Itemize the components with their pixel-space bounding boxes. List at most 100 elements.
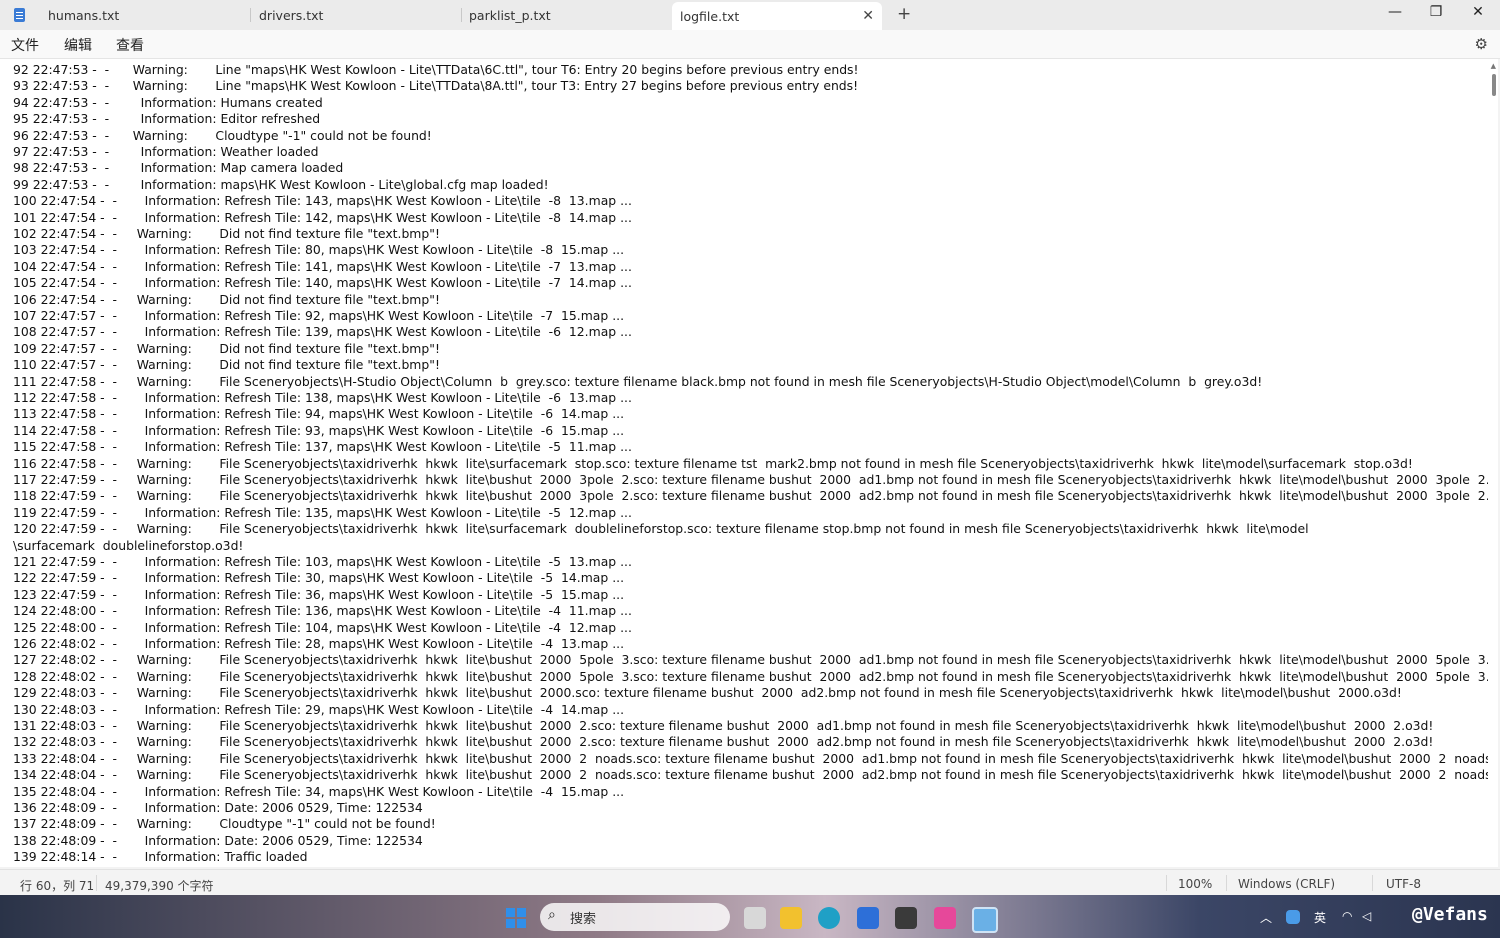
log-line: 97 22:47:53 - - Information: Weather loa… [13,144,319,159]
start-button[interactable] [505,907,527,929]
log-line: 130 22:48:03 - - Information: Refresh Ti… [13,701,625,717]
file-explorer-icon[interactable] [780,907,802,929]
tray-app-icon[interactable] [1286,910,1300,924]
log-line: 101 22:47:54 - - Information: Refresh Ti… [13,209,632,225]
log-line: 120 22:47:59 - - Warning: File Sceneryob… [13,521,1309,537]
log-line: 127 22:48:02 - - Warning: File Sceneryob… [13,652,1490,668]
search-icon: ⌕ [548,907,556,923]
app-icon[interactable] [895,907,917,929]
log-line: 136 22:48:09 - - Information: Date: 2006… [13,800,423,815]
minimize-button[interactable]: — [1380,4,1410,20]
menu-edit[interactable]: 编辑 [64,35,92,55]
log-line: 113 22:47:58 - - Information: Refresh Ti… [13,406,625,422]
log-line: 131 22:48:03 - - Warning: File Sceneryob… [13,718,1434,733]
log-line: 119 22:47:59 - - Information: Refresh Ti… [13,504,632,520]
edge-browser-icon[interactable] [818,907,840,929]
log-line: 110 22:47:57 - - Warning: Did not find t… [13,357,440,373]
log-line: 112 22:47:58 - - Information: Refresh Ti… [13,390,632,405]
tab-divider [461,8,462,22]
wifi-icon[interactable]: ◠ [1342,909,1352,923]
maximize-button[interactable]: ❐ [1421,4,1451,20]
vertical-scrollbar[interactable] [1488,59,1498,867]
character-count: 49,379,390 个字符 [105,879,214,893]
log-line: 121 22:47:59 - - Information: Refresh Ti… [13,554,632,569]
log-line: 108 22:47:57 - - Information: Refresh Ti… [13,324,632,340]
log-line: 135 22:48:04 - - Information: Refresh Ti… [13,783,625,799]
text-editor[interactable]: 92 22:47:53 - - Warning: Line "maps\HK W… [0,59,1490,867]
tab-label: drivers.txt [259,7,324,23]
log-line: 104 22:47:54 - - Information: Refresh Ti… [13,258,632,274]
log-line: 133 22:48:04 - - Warning: File Sceneryob… [13,750,1490,766]
status-divider [1166,875,1167,891]
log-line: 100 22:47:54 - - Information: Refresh Ti… [13,193,632,209]
bilibili-icon[interactable] [934,907,956,929]
log-line: 107 22:47:57 - - Information: Refresh Ti… [13,308,625,323]
menu-view[interactable]: 查看 [116,35,144,55]
log-line: 93 22:47:53 - - Warning: Line "maps\HK W… [13,78,859,94]
log-line: 105 22:47:54 - - Information: Refresh Ti… [13,275,632,291]
close-tab-icon[interactable]: ✕ [862,8,874,24]
log-line: 137 22:48:09 - - Warning: Cloudtype "-1"… [13,816,436,832]
log-line: 123 22:47:59 - - Information: Refresh Ti… [13,586,625,602]
tab-label: parklist_p.txt [469,7,551,23]
log-line: 92 22:47:53 - - Warning: Line "maps\HK W… [13,62,859,77]
log-line: 117 22:47:59 - - Warning: File Sceneryob… [13,472,1490,487]
close-window-button[interactable]: ✕ [1463,4,1493,20]
cursor-position: 行 60，列 71 [20,879,95,893]
log-line: 139 22:48:14 - - Information: Traffic lo… [13,849,308,865]
log-line: 106 22:47:54 - - Warning: Did not find t… [13,291,440,307]
log-line: 122 22:47:59 - - Information: Refresh Ti… [13,570,625,586]
status-divider [1226,875,1227,891]
task-view-icon[interactable] [744,907,766,929]
tab-divider [250,8,251,22]
log-line: 98 22:47:53 - - Information: Map camera … [13,160,344,176]
menu-file[interactable]: 文件 [11,35,39,55]
zoom-level[interactable]: 100% [1178,877,1212,891]
line-ending[interactable]: Windows (CRLF) [1238,877,1335,891]
scrollbar-thumb[interactable] [1492,74,1496,96]
scroll-up-arrow-icon[interactable]: ▲ [1491,62,1496,70]
chevron-up-icon[interactable]: ︿ [1260,909,1272,926]
notepad-taskbar-icon[interactable] [972,907,998,933]
log-line: 138 22:48:09 - - Information: Date: 2006… [13,832,423,848]
volume-icon[interactable]: ◁ [1362,909,1371,923]
encoding[interactable]: UTF-8 [1386,877,1421,891]
log-line: 102 22:47:54 - - Warning: Did not find t… [13,226,440,241]
taskbar-search[interactable] [540,903,730,931]
tab-logfile[interactable]: logfile.txt ✕ [672,2,882,30]
new-tab-button[interactable]: + [897,4,911,24]
gear-icon[interactable]: ⚙ [1475,35,1488,53]
status-divider [96,875,97,891]
log-line: 114 22:47:58 - - Information: Refresh Ti… [13,422,625,438]
input-language[interactable]: 英 [1314,909,1326,926]
log-line: 132 22:48:03 - - Warning: File Sceneryob… [13,734,1434,750]
tab-bar: humans.txt drivers.txt parklist_p.txt lo… [0,0,1500,30]
log-line: 111 22:47:58 - - Warning: File Sceneryob… [13,373,1263,389]
log-line: 115 22:47:58 - - Information: Refresh Ti… [13,439,632,455]
log-line: 95 22:47:53 - - Information: Editor refr… [13,111,321,127]
log-line: 128 22:48:02 - - Warning: File Sceneryob… [13,668,1490,684]
menu-bar: 文件 编辑 查看 [0,30,1500,59]
notepad-icon [14,8,25,22]
tab-humans[interactable]: humans.txt [48,0,248,30]
log-line: 116 22:47:58 - - Warning: File Sceneryob… [13,455,1413,471]
log-line: 96 22:47:53 - - Warning: Cloudtype "-1" … [13,127,432,143]
tab-parklist[interactable]: parklist_p.txt [469,0,669,30]
log-line: 109 22:47:57 - - Warning: Did not find t… [13,340,440,356]
log-line: 118 22:47:59 - - Warning: File Sceneryob… [13,488,1490,504]
store-icon[interactable] [857,907,879,929]
watermark: @Vefans [1412,904,1488,925]
log-line: 126 22:48:02 - - Information: Refresh Ti… [13,636,625,651]
log-line: 134 22:48:04 - - Warning: File Sceneryob… [13,767,1490,783]
status-bar: 行 60，列 71 49,379,390 个字符 100% Windows (C… [0,869,1500,896]
log-line: \surfacemark doublelineforstop.o3d! [13,537,244,553]
log-line: 129 22:48:03 - - Warning: File Sceneryob… [13,685,1402,701]
status-divider [1372,875,1373,891]
log-line: 99 22:47:53 - - Information: maps\HK Wes… [13,176,549,192]
tab-label: logfile.txt [680,8,740,24]
search-placeholder: 搜索 [570,912,597,927]
tab-drivers[interactable]: drivers.txt [259,0,459,30]
log-line: 124 22:48:00 - - Information: Refresh Ti… [13,603,632,619]
log-line: 94 22:47:53 - - Information: Humans crea… [13,94,323,110]
windows-logo-icon [506,908,526,928]
